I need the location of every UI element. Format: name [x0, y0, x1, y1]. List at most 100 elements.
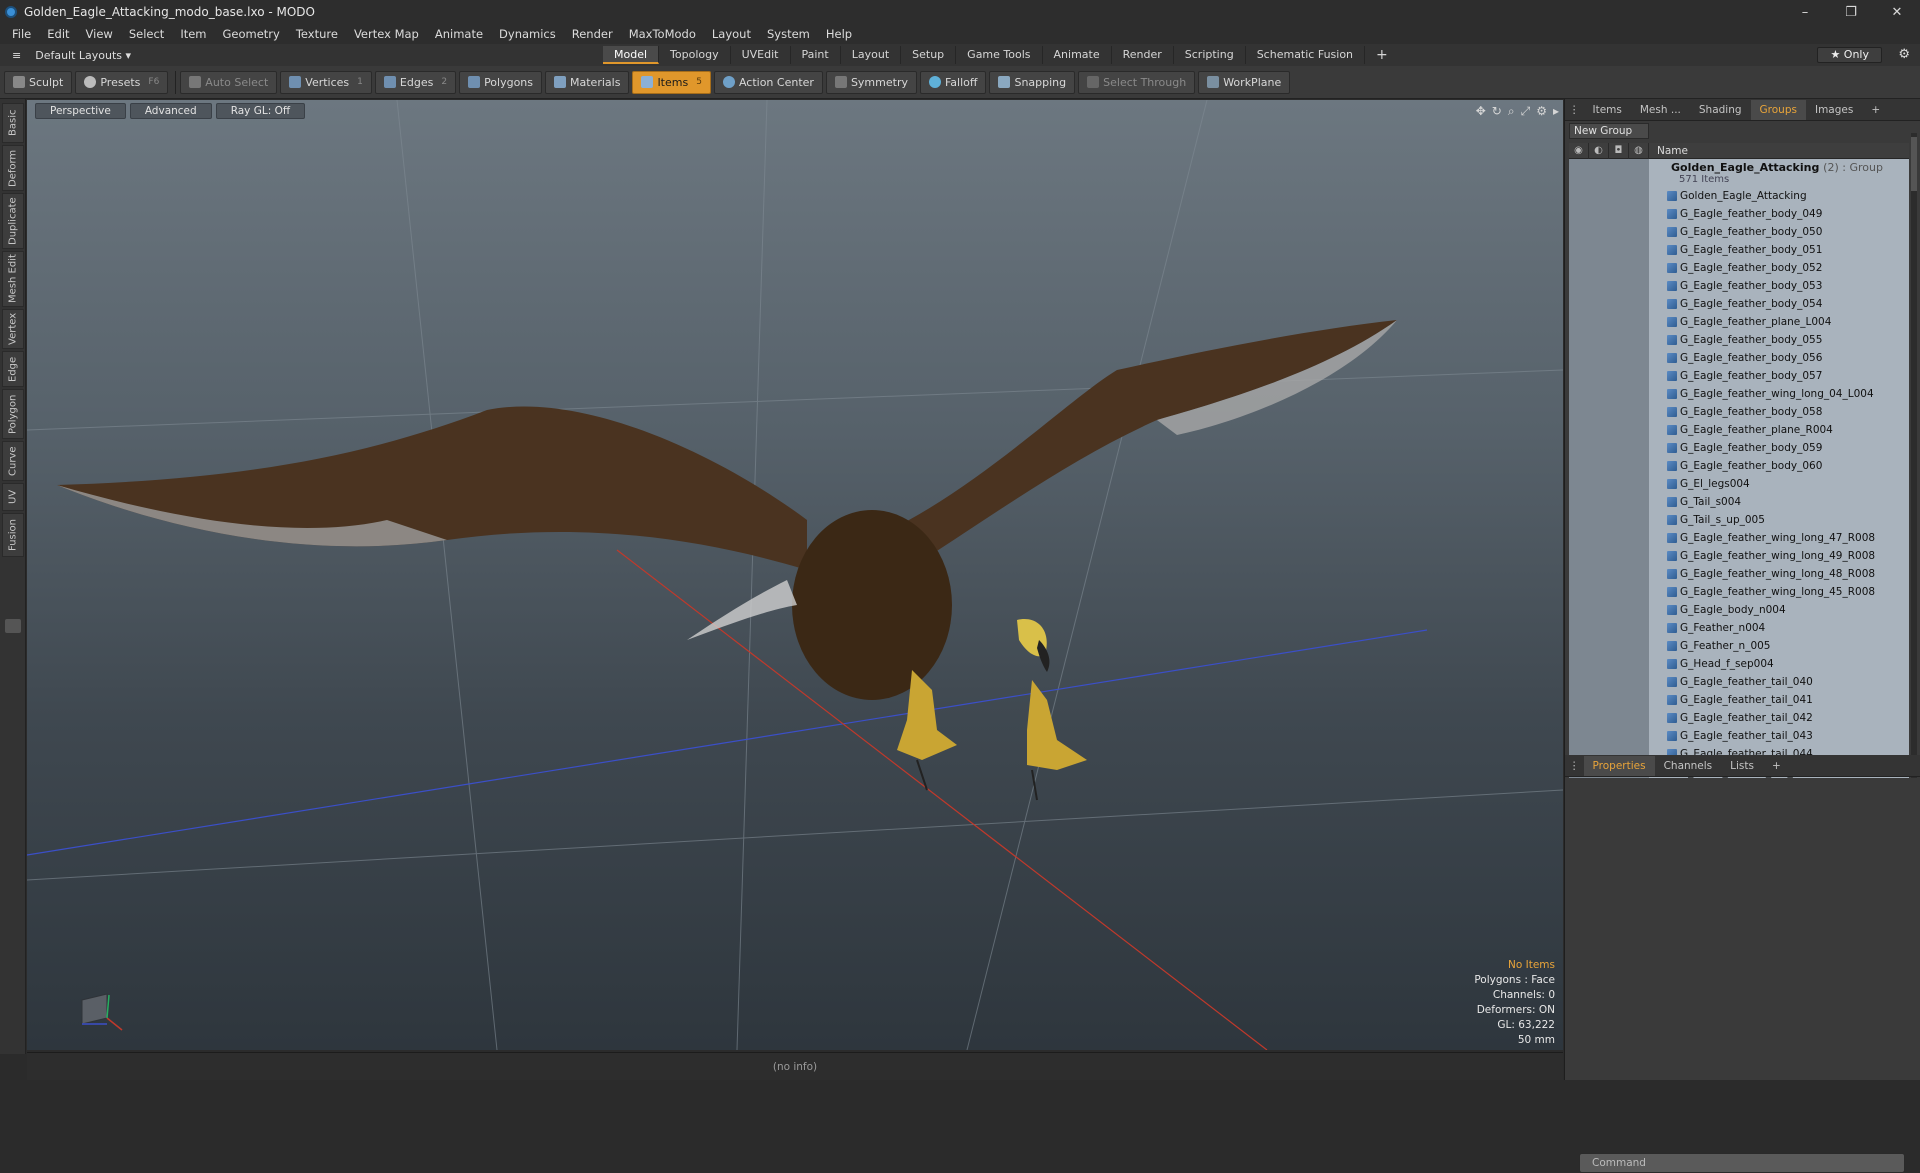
menu-vertex-map[interactable]: Vertex Map	[346, 27, 427, 41]
shading-mode-button[interactable]: Advanced	[129, 103, 212, 119]
workplane-button[interactable]: WorkPlane	[1198, 70, 1291, 94]
group-item-row[interactable]: G_Tail_s_up_005	[1649, 511, 1909, 529]
tab-edge[interactable]: Edge	[2, 351, 24, 387]
tab-duplicate[interactable]: Duplicate	[2, 193, 24, 249]
group-item-row[interactable]: G_El_legs004	[1649, 475, 1909, 493]
select-through-button[interactable]: Select Through	[1078, 70, 1196, 94]
tab-mesh[interactable]: Mesh ...	[1631, 100, 1690, 120]
group-item-row[interactable]: G_Feather_n004	[1649, 619, 1909, 637]
falloff-button[interactable]: Falloff	[919, 70, 987, 94]
group-item-row[interactable]: G_Eagle_feather_wing_long_45_R008	[1649, 583, 1909, 601]
menu-select[interactable]: Select	[121, 27, 172, 41]
tab-images[interactable]: Images	[1806, 100, 1862, 120]
close-button[interactable]: ✕	[1874, 0, 1920, 24]
group-item-row[interactable]: G_Eagle_feather_plane_R004	[1649, 421, 1909, 439]
tab-groups[interactable]: Groups	[1750, 99, 1806, 120]
layout-selector[interactable]: Default Layouts ▾	[35, 49, 131, 62]
raygl-button[interactable]: Ray GL: Off	[215, 103, 306, 119]
materials-button[interactable]: Materials	[545, 70, 630, 94]
group-item-row[interactable]: G_Eagle_feather_wing_long_49_R008	[1649, 547, 1909, 565]
menu-help[interactable]: Help	[818, 27, 860, 41]
command-input[interactable]: Command	[1579, 1153, 1905, 1173]
group-item-row[interactable]: G_Eagle_feather_body_051	[1649, 241, 1909, 259]
tab-uvedit[interactable]: UVEdit	[731, 46, 791, 64]
group-item-row[interactable]: G_Eagle_feather_body_049	[1649, 205, 1909, 223]
restore-button[interactable]: ❐	[1828, 0, 1874, 24]
sculpt-button[interactable]: Sculpt	[4, 70, 73, 94]
group-item-row[interactable]: G_Eagle_feather_tail_041	[1649, 691, 1909, 709]
group-item-row[interactable]: Golden_Eagle_Attacking	[1649, 187, 1909, 205]
presets-button[interactable]: Presets F6	[75, 70, 169, 94]
lock-icon[interactable]: ◘	[1609, 143, 1629, 159]
tab-lists[interactable]: Lists	[1721, 756, 1763, 776]
action-center-button[interactable]: Action Center	[713, 70, 823, 94]
tab-topology[interactable]: Topology	[659, 46, 731, 64]
tab-schematic-fusion[interactable]: Schematic Fusion	[1246, 46, 1366, 64]
view-mode-button[interactable]: Perspective	[35, 103, 126, 119]
tab-uv[interactable]: UV	[2, 483, 24, 511]
menu-geometry[interactable]: Geometry	[215, 27, 288, 41]
add-panel-tab-icon[interactable]: +	[1862, 100, 1889, 120]
minimize-button[interactable]: –	[1782, 0, 1828, 24]
tab-items[interactable]: Items	[1584, 100, 1631, 120]
menu-maxtomodo[interactable]: MaxToModo	[621, 27, 704, 41]
menu-render[interactable]: Render	[564, 27, 621, 41]
group-item-row[interactable]: G_Eagle_feather_body_060	[1649, 457, 1909, 475]
group-item-row[interactable]: G_Eagle_feather_body_053	[1649, 277, 1909, 295]
menu-view[interactable]: View	[78, 27, 121, 41]
viewport-expand-icon[interactable]: ▸	[1553, 104, 1559, 119]
tab-polygon[interactable]: Polygon	[2, 389, 24, 439]
tab-properties[interactable]: Properties	[1583, 755, 1655, 776]
tab-game-tools[interactable]: Game Tools	[956, 46, 1043, 64]
move-view-icon[interactable]: ✥	[1476, 104, 1486, 119]
group-item-row[interactable]: G_Eagle_feather_body_057	[1649, 367, 1909, 385]
group-item-row[interactable]: G_Eagle_feather_wing_long_04_L004	[1649, 385, 1909, 403]
tab-mesh-edit[interactable]: Mesh Edit	[2, 251, 24, 307]
group-item-row[interactable]: G_Eagle_feather_tail_040	[1649, 673, 1909, 691]
group-item-row[interactable]: G_Eagle_feather_body_050	[1649, 223, 1909, 241]
vertices-button[interactable]: Vertices 1	[280, 70, 372, 94]
group-item-row[interactable]: G_Eagle_feather_body_059	[1649, 439, 1909, 457]
group-item-row[interactable]: G_Eagle_feather_wing_long_47_R008	[1649, 529, 1909, 547]
fit-view-icon[interactable]: ⤢	[1521, 104, 1531, 119]
menu-system[interactable]: System	[759, 27, 818, 41]
panel-grip-icon[interactable]: ⋮	[1565, 756, 1584, 776]
menu-file[interactable]: File	[4, 27, 39, 41]
snapping-button[interactable]: Snapping	[989, 70, 1076, 94]
layout-menu-icon[interactable]: ≡	[12, 49, 21, 62]
rotate-view-icon[interactable]: ↻	[1492, 104, 1502, 119]
group-item-row[interactable]: G_Eagle_feather_body_056	[1649, 349, 1909, 367]
group-root-row[interactable]: Golden_Eagle_Attacking (2) : Group 571 I…	[1649, 159, 1909, 187]
tab-setup[interactable]: Setup	[901, 46, 957, 64]
symmetry-button[interactable]: Symmetry	[825, 70, 917, 94]
gear-icon[interactable]: ⚙	[1898, 47, 1910, 62]
tab-channels[interactable]: Channels	[1655, 756, 1722, 776]
menu-layout[interactable]: Layout	[704, 27, 759, 41]
tab-curve[interactable]: Curve	[2, 441, 24, 481]
render-icon[interactable]: ◐	[1589, 143, 1609, 159]
group-item-row[interactable]: G_Eagle_feather_wing_long_48_R008	[1649, 565, 1909, 583]
group-item-row[interactable]: G_Eagle_feather_tail_043	[1649, 727, 1909, 745]
items-button[interactable]: Items 5	[632, 70, 711, 94]
menu-animate[interactable]: Animate	[427, 27, 491, 41]
tab-deform[interactable]: Deform	[2, 145, 24, 191]
group-item-row[interactable]: G_Eagle_feather_body_054	[1649, 295, 1909, 313]
new-group-button[interactable]: New Group	[1569, 123, 1649, 139]
tab-basic[interactable]: Basic	[2, 103, 24, 143]
group-item-row[interactable]: G_Eagle_body_n004	[1649, 601, 1909, 619]
menu-item[interactable]: Item	[172, 27, 214, 41]
scrollbar-thumb[interactable]	[1911, 137, 1917, 191]
group-item-row[interactable]: G_Eagle_feather_plane_L004	[1649, 313, 1909, 331]
tab-shading[interactable]: Shading	[1690, 100, 1751, 120]
eye-icon[interactable]: ◉	[1569, 143, 1589, 159]
menu-edit[interactable]: Edit	[39, 27, 77, 41]
menu-dynamics[interactable]: Dynamics	[491, 27, 564, 41]
tab-paint[interactable]: Paint	[791, 46, 841, 64]
group-item-row[interactable]: G_Eagle_feather_body_058	[1649, 403, 1909, 421]
group-item-row[interactable]: G_Eagle_feather_body_052	[1649, 259, 1909, 277]
zoom-view-icon[interactable]: ⌕	[1508, 104, 1515, 119]
only-button[interactable]: ★ Only	[1817, 47, 1882, 63]
tab-model[interactable]: Model	[603, 46, 660, 64]
polygons-button[interactable]: Polygons	[459, 70, 543, 94]
tab-layout[interactable]: Layout	[841, 46, 902, 64]
